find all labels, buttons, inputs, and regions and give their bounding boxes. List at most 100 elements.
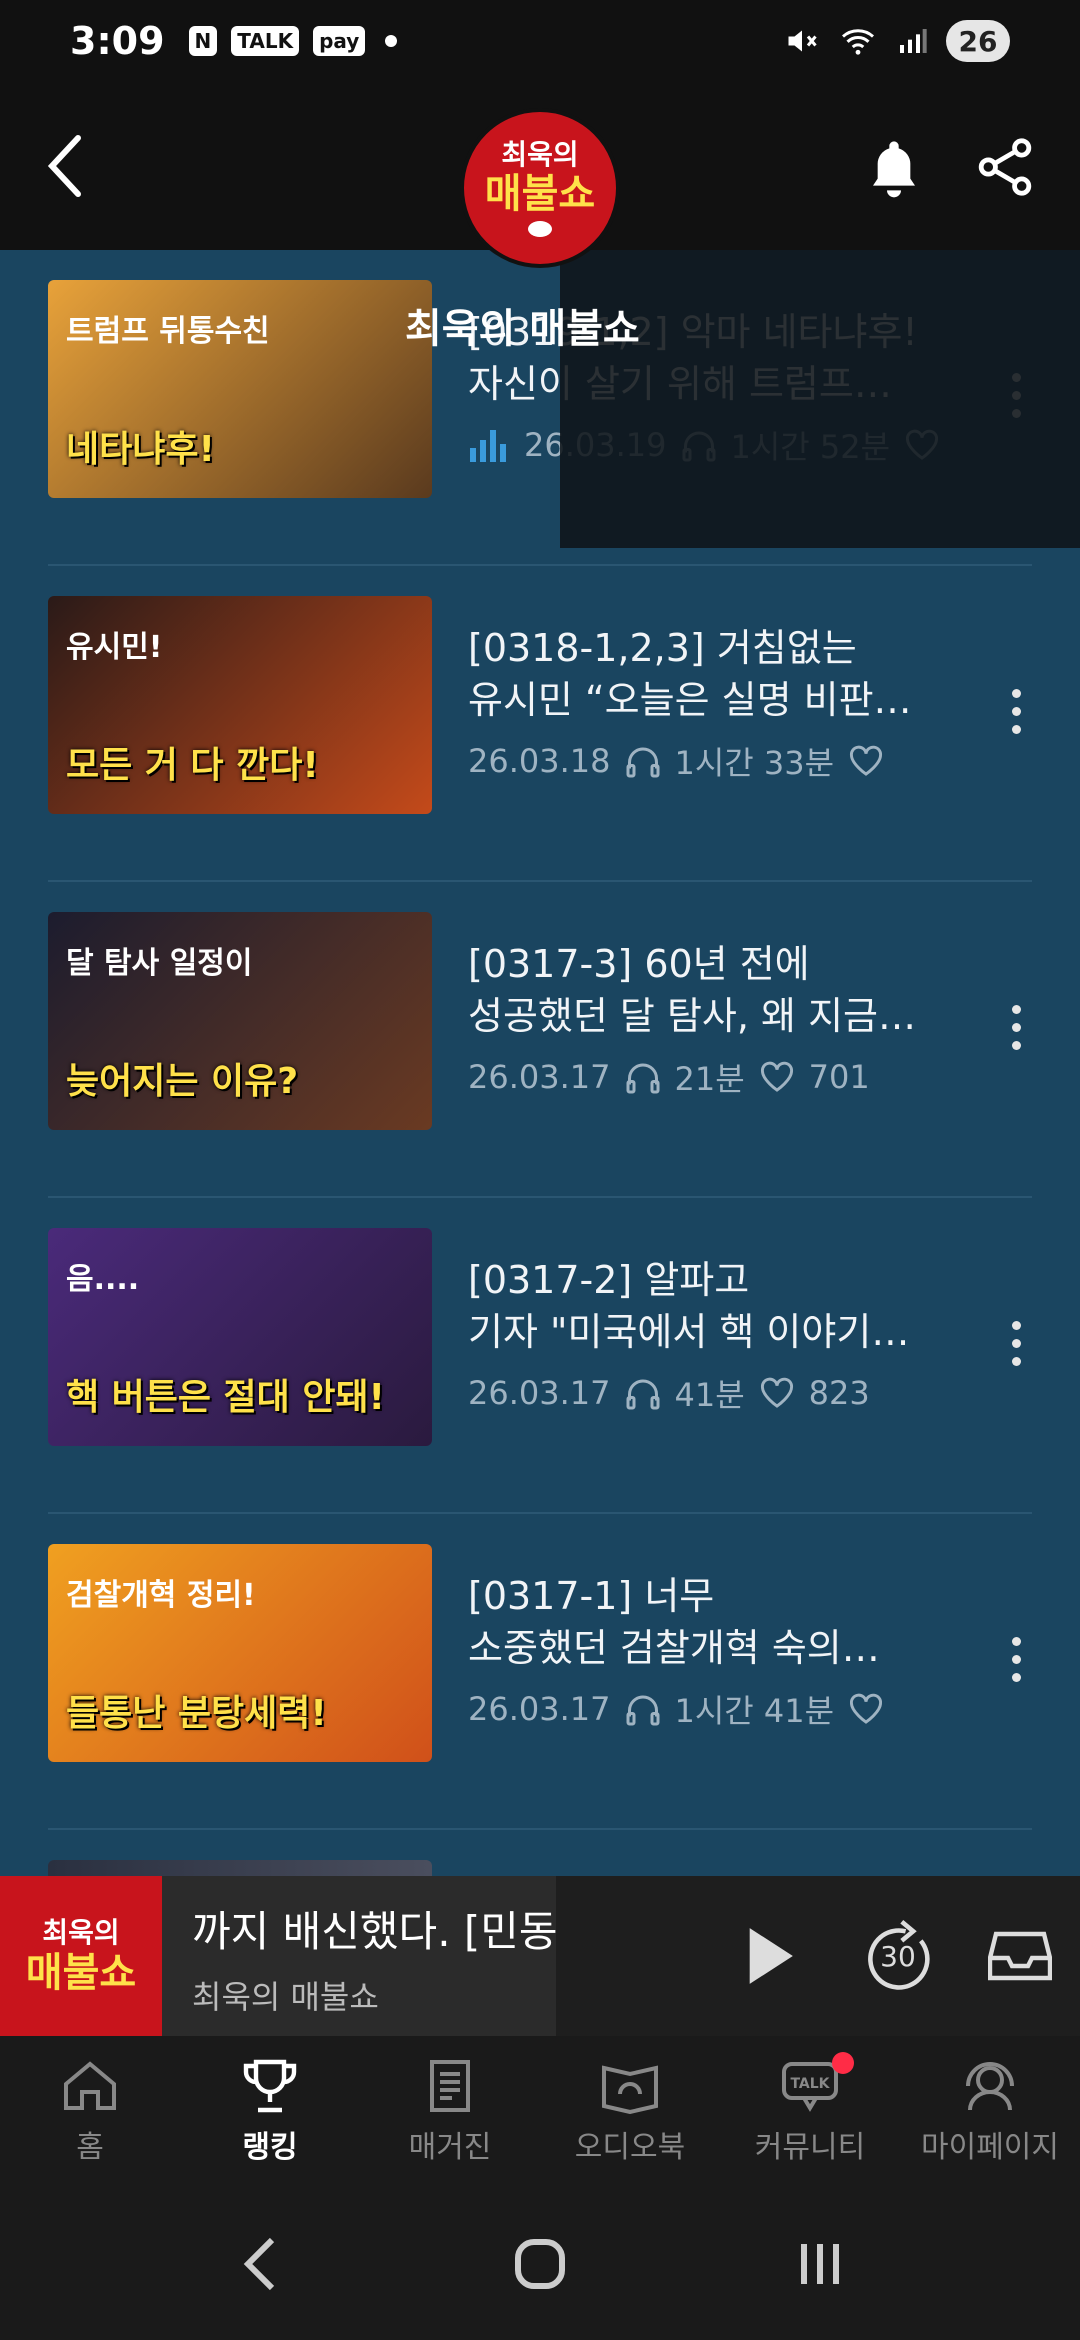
episode-duration: 1시간 41분	[674, 1692, 835, 1730]
thumbnail-caption-bottom: 늦어지는 이유?	[66, 1061, 299, 1102]
bottom-navigation: 홈 랭킹 매거진 오디오북 TALK 커뮤니티 마이페이지	[0, 2036, 1080, 2188]
profile-icon	[966, 2062, 1014, 2111]
heart-icon[interactable]	[848, 745, 884, 777]
episode-title-line-1: [0317-1] 너무	[468, 1574, 715, 1618]
nav-label-magazine: 매거진	[408, 2130, 492, 2165]
episode-date: 26.03.17	[468, 1690, 611, 1728]
system-back-icon	[243, 2237, 275, 2291]
forward-30-button[interactable]: 30	[858, 1914, 938, 1998]
bell-icon	[873, 141, 915, 198]
thumbnail-caption-bottom: 네타냐후!	[66, 429, 215, 470]
system-home-button[interactable]	[480, 2214, 600, 2314]
inbox-icon	[988, 1931, 1052, 1981]
talk-icon: TALK	[782, 2062, 838, 2112]
episode-thumbnail[interactable]: 음.... 핵 버튼은 절대 안돼!	[48, 1228, 432, 1446]
system-back-button[interactable]	[200, 2214, 320, 2314]
heart-icon[interactable]	[848, 1693, 884, 1725]
episode-item[interactable]: 음.... 핵 버튼은 절대 안돼! [0317-2] 알파고 기자 "미국에서…	[0, 1198, 1080, 1514]
more-dot	[1011, 1338, 1021, 1348]
episode-date: 26.03.17	[468, 1058, 611, 1096]
more-dot	[1011, 1320, 1021, 1330]
thumbnail-caption-bottom: 모든 거 다 깐다!	[66, 745, 319, 786]
more-options-button[interactable]	[1000, 1624, 1032, 1694]
system-recents-button[interactable]	[760, 2214, 880, 2314]
episode-title[interactable]: [0317-3] 60년 전에 성공했던 달 탐사, 왜 지금…	[468, 938, 968, 1042]
nav-label-home: 홈	[76, 2130, 104, 2165]
nav-community[interactable]: TALK 커뮤니티	[720, 2036, 900, 2188]
status-time: 3:09	[70, 19, 165, 63]
episode-meta: 26.03.17 41분 823	[468, 1370, 870, 1416]
naver-icon: N	[188, 26, 218, 56]
back-button[interactable]	[36, 126, 96, 206]
audiobook-icon	[602, 2065, 658, 2114]
mini-logo-big: 매불쇼	[25, 1950, 137, 1996]
episode-item[interactable]: 검찰개혁 정리! 들통난 분탕세력! [0317-1] 너무 소중했던 검찰개혁…	[0, 1514, 1080, 1830]
mini-player-thumbnail[interactable]: 최욱의 매불쇼	[0, 1876, 162, 2036]
system-status-icons: 26	[784, 20, 1010, 62]
nav-label-audiobook: 오디오북	[574, 2130, 686, 2165]
play-button[interactable]	[740, 1920, 800, 1992]
episode-thumbnail[interactable]: 트럼프 뒤통수친 네타냐후!	[48, 280, 432, 498]
notification-button[interactable]	[862, 132, 926, 202]
more-dot	[1011, 1004, 1021, 1014]
now-playing-icon	[470, 430, 506, 462]
more-dot	[1011, 1040, 1021, 1050]
episode-title[interactable]: [0317-2] 알파고 기자 "미국에서 핵 이야기…	[468, 1254, 968, 1358]
thumbnail-caption-top: 트럼프 뒤통수친	[66, 314, 270, 349]
episode-title-line-2: 기자 "미국에서 핵 이야기…	[468, 1310, 910, 1354]
episode-title-line-2: 소중했던 검찰개혁 숙의…	[468, 1626, 880, 1670]
episode-thumbnail[interactable]: 유시민! 모든 거 다 깐다!	[48, 596, 432, 814]
inbox-button[interactable]	[986, 1928, 1054, 1984]
nav-mypage[interactable]: 마이페이지	[900, 2036, 1080, 2188]
episode-item[interactable]: 유시민! 모든 거 다 깐다! [0318-1,2,3] 거침없는 유시민 “오…	[0, 566, 1080, 882]
headphones-icon	[625, 1692, 661, 1726]
more-options-button[interactable]	[1000, 1308, 1032, 1378]
more-dot	[1011, 706, 1021, 716]
episode-title[interactable]: [0318-1,2,3] 거침없는 유시민 “오늘은 실명 비판…	[468, 622, 968, 726]
nav-home[interactable]: 홈	[0, 2036, 180, 2188]
logo-bean-icon	[528, 221, 552, 237]
nav-magazine[interactable]: 매거진	[360, 2036, 540, 2188]
scroll-title-overlay	[560, 250, 1080, 548]
episode-title-line-1: [0317-2] 알파고	[468, 1258, 750, 1302]
play-icon	[749, 1928, 793, 1984]
forward-seconds: 30	[880, 1939, 916, 1973]
more-dot	[1011, 1636, 1021, 1646]
svg-text:TALK: TALK	[790, 2076, 830, 2092]
heart-icon[interactable]	[759, 1061, 795, 1093]
episode-item[interactable]: 달 탐사 일정이 늦어지는 이유? [0317-3] 60년 전에 성공했던 달…	[0, 882, 1080, 1198]
episode-date: 26.03.17	[468, 1374, 611, 1412]
scroll-title: 최욱의 매불쇼	[405, 306, 640, 352]
episode-thumbnail[interactable]: 검찰개혁 정리! 들통난 분탕세력!	[48, 1544, 432, 1762]
episode-title[interactable]: [0317-1] 너무 소중했던 검찰개혁 숙의…	[468, 1570, 968, 1674]
nav-label-ranking: 랭킹	[242, 2130, 298, 2165]
more-dot	[1011, 1356, 1021, 1366]
share-button[interactable]	[970, 132, 1040, 202]
heart-icon[interactable]	[759, 1377, 795, 1409]
thumbnail-caption-top: 검찰개혁 정리!	[66, 1578, 256, 1613]
mini-player-artist: 최욱의 매불쇼	[192, 1978, 379, 2016]
more-notifications-dot	[385, 35, 398, 47]
kakaotalk-icon: TALK	[231, 26, 300, 56]
nav-label-community: 커뮤니티	[754, 2130, 866, 2165]
more-dot	[1011, 688, 1021, 698]
mini-player[interactable]: 최욱의 매불쇼 까지 배신했다. [민동기,김 최욱의 매불쇼 30	[0, 1876, 1080, 2036]
episode-date: 26.03.18	[468, 742, 611, 780]
nav-audiobook[interactable]: 오디오북	[540, 2036, 720, 2188]
mini-logo-small: 최욱의	[42, 1916, 120, 1949]
magazine-icon	[430, 2060, 470, 2112]
more-options-button[interactable]	[1000, 676, 1032, 746]
status-bar: 3:09 N TALK pay 26	[0, 0, 1080, 82]
more-options-button[interactable]	[1000, 992, 1032, 1062]
headphones-icon	[625, 1060, 661, 1094]
episode-duration: 41분	[674, 1376, 745, 1414]
episode-meta: 26.03.17 1시간 41분	[468, 1686, 898, 1732]
thumbnail-caption-bottom: 들통난 분탕세력!	[66, 1693, 327, 1734]
thumbnail-caption-bottom: 핵 버튼은 절대 안돼!	[66, 1377, 385, 1418]
episode-thumbnail[interactable]: 달 탐사 일정이 늦어지는 이유?	[48, 912, 432, 1130]
nav-ranking[interactable]: 랭킹	[180, 2036, 360, 2188]
episode-title-line-1: [0317-3] 60년 전에	[468, 942, 810, 986]
episode-title-line-2: 유시민 “오늘은 실명 비판…	[468, 678, 912, 722]
more-dot	[1011, 1654, 1021, 1664]
more-dot	[1011, 1672, 1021, 1682]
